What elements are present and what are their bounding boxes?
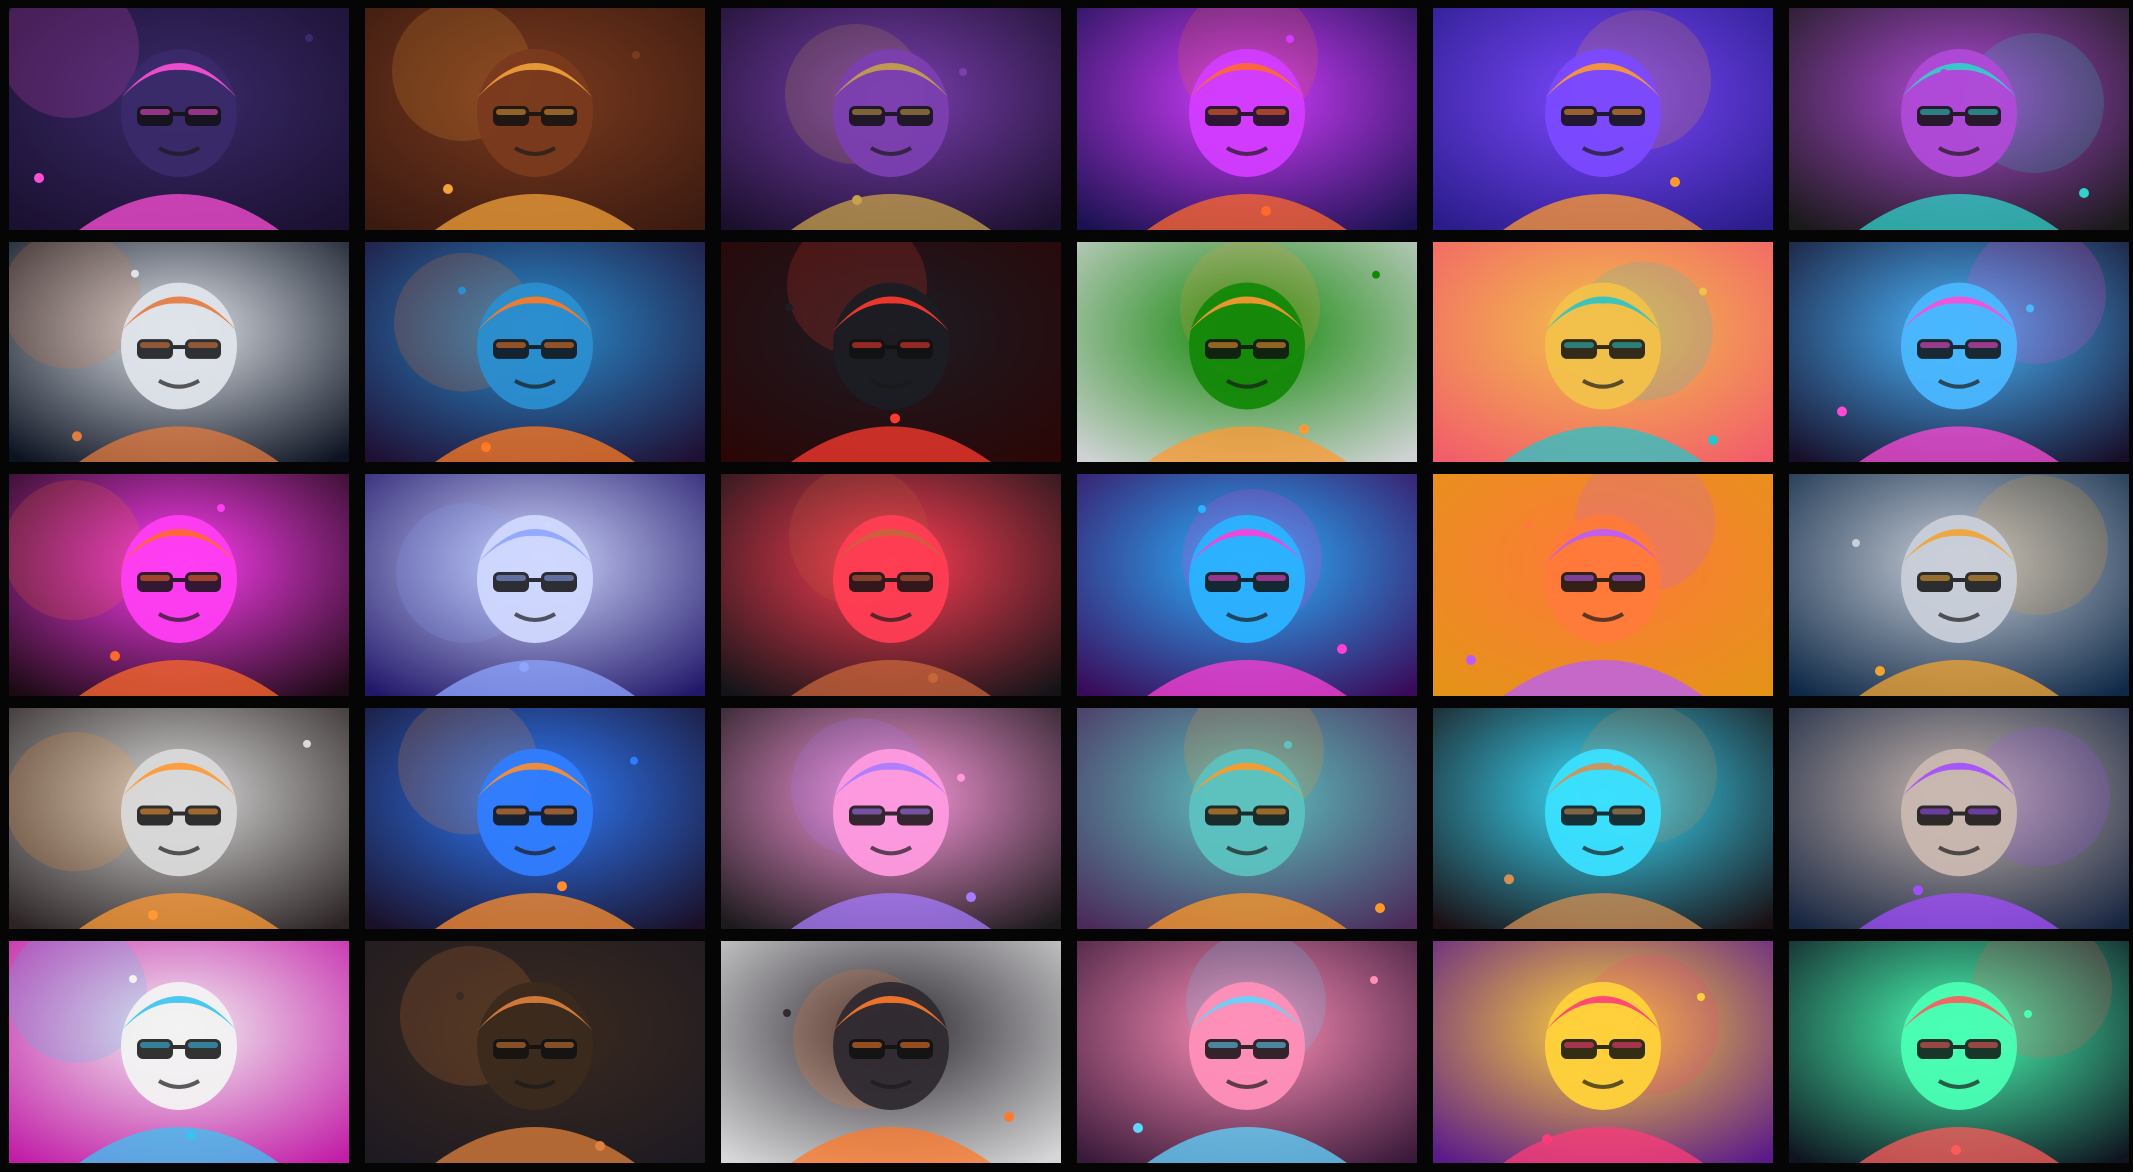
artwork-image <box>1433 242 1773 462</box>
gallery-tile-pixel-man-glasses[interactable] <box>365 941 705 1163</box>
gallery-tile-man-with-vr-glasses[interactable] <box>1433 242 1773 462</box>
gallery-tile-lunar-rover-planet[interactable] <box>9 242 349 462</box>
gallery-tile-cyberpunk-ninja-pink-hair[interactable] <box>9 8 349 230</box>
gallery-tile-neon-llama[interactable] <box>1789 242 2129 462</box>
artwork-image <box>9 941 349 1163</box>
artwork-image <box>1789 708 2129 929</box>
gallery-tile-fox-with-sunglasses[interactable] <box>9 474 349 696</box>
gallery-tile-voxel-character-neon[interactable] <box>1789 941 2129 1163</box>
gallery-tile-llama-with-computer[interactable] <box>1433 708 1773 929</box>
artwork-image <box>721 708 1061 929</box>
artwork-image <box>9 474 349 696</box>
gallery-tile-monkey-sunglasses-splash[interactable] <box>721 941 1061 1163</box>
artwork-image <box>1077 708 1417 929</box>
artwork-image <box>365 474 705 696</box>
gallery-tile-man-pink-glasses-bull[interactable] <box>1077 474 1417 696</box>
artwork-image <box>1789 8 2129 230</box>
artwork-image <box>1077 8 1417 230</box>
gallery-tile-gamer-chair-monitor[interactable] <box>721 242 1061 462</box>
artwork-image <box>9 242 349 462</box>
artwork-image <box>365 941 705 1163</box>
gallery-tile-vr-headset-girl[interactable] <box>365 474 705 696</box>
gallery-tile-old-man-circuit-beard[interactable] <box>365 708 705 929</box>
gallery-tile-bulldog-toy-figure[interactable] <box>721 708 1061 929</box>
artwork-image <box>1433 474 1773 696</box>
artwork-image <box>721 941 1061 1163</box>
artwork-image <box>1789 474 2129 696</box>
artwork-image <box>1433 708 1773 929</box>
artwork-image <box>1433 8 1773 230</box>
gallery-tile-woman-purple-goggles[interactable] <box>1789 708 2129 929</box>
artwork-image <box>721 474 1061 696</box>
gallery-tile-ape-with-goggles[interactable] <box>721 8 1061 230</box>
gallery-tile-monkey-orange-hoodie[interactable] <box>1077 708 1417 929</box>
artwork-image <box>721 8 1061 230</box>
artwork-image <box>9 708 349 929</box>
artwork-image <box>9 8 349 230</box>
gallery-tile-glitch-man-sunglasses[interactable] <box>721 474 1061 696</box>
gallery-tile-smiling-woman-neon[interactable] <box>1433 8 1773 230</box>
artwork-image <box>1789 242 2129 462</box>
image-gallery-grid <box>0 0 2133 1172</box>
gallery-tile-neon-man-with-laptop[interactable] <box>1077 8 1417 230</box>
gallery-tile-robot-face-orange[interactable] <box>1433 474 1773 696</box>
gallery-tile-rover-india-flag-moon[interactable] <box>9 708 349 929</box>
gallery-tile-chimp-orange-headphones[interactable] <box>365 242 705 462</box>
artwork-image <box>721 242 1061 462</box>
artwork-image <box>365 8 705 230</box>
artwork-image <box>1077 941 1417 1163</box>
gallery-tile-moon-face-smiling[interactable] <box>1789 474 2129 696</box>
gallery-tile-pixel-boy-portrait[interactable] <box>365 8 705 230</box>
gallery-tile-bearded-man-sunglasses[interactable] <box>1789 8 2129 230</box>
artwork-image <box>1077 474 1417 696</box>
gallery-tile-neon-boy-sunglasses[interactable] <box>1433 941 1773 1163</box>
artwork-image <box>1077 242 1417 462</box>
artwork-image <box>1789 941 2129 1163</box>
gallery-tile-rover-with-india-flag[interactable] <box>1077 242 1417 462</box>
artwork-image <box>365 708 705 929</box>
gallery-tile-toy-boy-goggles-city[interactable] <box>1077 941 1417 1163</box>
artwork-image <box>1433 941 1773 1163</box>
gallery-tile-cow-in-hoodie[interactable] <box>9 941 349 1163</box>
artwork-image <box>365 242 705 462</box>
